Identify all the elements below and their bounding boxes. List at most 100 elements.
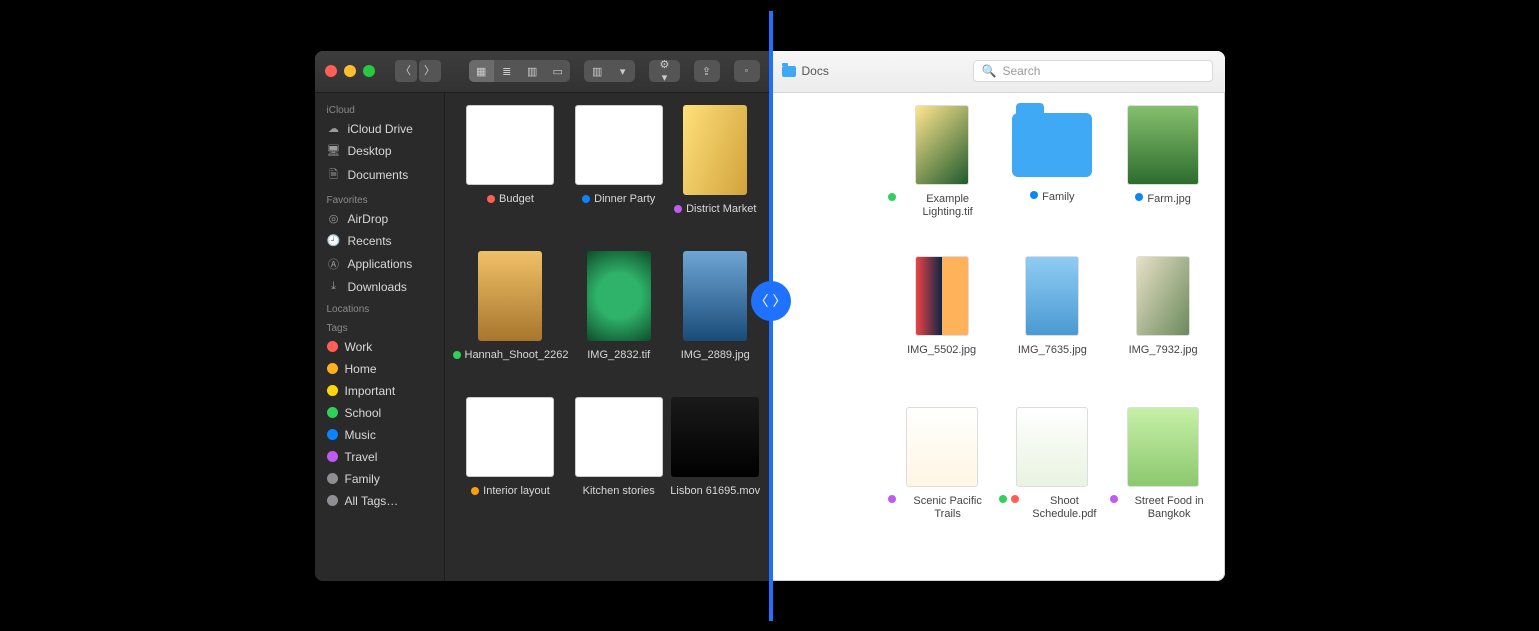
view-gallery-icon[interactable]: ▭ bbox=[545, 60, 570, 82]
file-item[interactable]: Lisbon 61695.mov bbox=[669, 397, 762, 537]
sidebar-tag-all[interactable]: All Tags… bbox=[315, 490, 444, 512]
search-icon: 🔍 bbox=[982, 64, 997, 78]
finder-window-dark: 〈 〉 ▦ ≣ ▥ ▭ ▥ ▾ ⚙︎ ▾ ⇪ ◦ iCloud ☁︎iCloud… bbox=[315, 51, 770, 581]
folder-thumbnail bbox=[1012, 113, 1092, 177]
search-input[interactable] bbox=[1002, 64, 1203, 78]
file-item[interactable]: IMG_7932.jpg bbox=[1110, 256, 1217, 401]
file-item[interactable]: District Market bbox=[669, 105, 762, 245]
view-mode-segment[interactable]: ▦ ≣ ▥ ▭ bbox=[469, 60, 571, 82]
cloud-icon: ☁︎ bbox=[327, 122, 341, 135]
file-label: IMG_5502.jpg bbox=[907, 344, 976, 358]
file-label: Dinner Party bbox=[594, 193, 655, 207]
applications-icon: Ⓐ bbox=[327, 256, 341, 272]
file-thumbnail bbox=[671, 397, 759, 477]
file-thumbnail bbox=[1025, 256, 1079, 336]
file-thumbnail bbox=[683, 251, 747, 341]
window-controls bbox=[325, 65, 375, 77]
file-item[interactable]: Hannah_Shoot_2262 bbox=[453, 251, 569, 391]
file-label: IMG_2832.tif bbox=[587, 349, 650, 363]
tag-dot-icon bbox=[471, 487, 479, 495]
file-item[interactable]: Family bbox=[999, 105, 1106, 250]
sidebar-item-airdrop[interactable]: ◎AirDrop bbox=[315, 208, 444, 230]
file-item[interactable]: Farm.jpg bbox=[1110, 105, 1217, 250]
file-item[interactable]: IMG_2889.jpg bbox=[669, 251, 762, 391]
file-item[interactable]: Shoot Schedule.pdf bbox=[999, 407, 1106, 552]
sidebar-item-documents[interactable]: 🗎Documents bbox=[315, 162, 444, 189]
titlebar-dark: 〈 〉 ▦ ≣ ▥ ▭ ▥ ▾ ⚙︎ ▾ ⇪ ◦ bbox=[315, 51, 770, 93]
share-button[interactable]: ⇪ bbox=[694, 60, 720, 82]
tag-dot-icon bbox=[453, 351, 461, 359]
file-item[interactable]: Interior layout bbox=[453, 397, 569, 537]
file-grid-dark: Budget Dinner Party District Market Hann… bbox=[445, 93, 770, 581]
tags-button[interactable]: ◦ bbox=[734, 60, 760, 82]
file-item[interactable]: Example Lighting.tif bbox=[888, 105, 995, 250]
group-icon[interactable]: ▥ bbox=[584, 60, 609, 82]
file-thumbnail bbox=[466, 105, 554, 185]
window-title: Docs bbox=[782, 64, 829, 78]
file-item[interactable]: Budget bbox=[453, 105, 569, 245]
sidebar-tag-travel[interactable]: Travel bbox=[315, 446, 444, 468]
forward-button[interactable]: 〉 bbox=[419, 60, 441, 82]
sidebar-tag-work[interactable]: Work bbox=[315, 336, 444, 358]
tag-dot-icon bbox=[1110, 495, 1118, 503]
file-item[interactable]: IMG_5502.jpg bbox=[888, 256, 995, 401]
sidebar-tag-home[interactable]: Home bbox=[315, 358, 444, 380]
airdrop-icon: ◎ bbox=[327, 212, 341, 225]
sidebar-section-favorites: Favorites bbox=[315, 189, 444, 208]
file-item[interactable]: Kitchen stories bbox=[572, 397, 665, 537]
tag-dot-icon bbox=[582, 195, 590, 203]
file-thumbnail bbox=[466, 397, 554, 477]
file-item[interactable]: Scenic Pacific Trails bbox=[888, 407, 995, 552]
folder-icon bbox=[782, 66, 796, 77]
file-thumbnail bbox=[587, 251, 651, 341]
sidebar-section-icloud: iCloud bbox=[315, 99, 444, 118]
view-list-icon[interactable]: ≣ bbox=[494, 60, 519, 82]
close-icon[interactable] bbox=[325, 65, 337, 77]
documents-icon: 🗎 bbox=[327, 166, 341, 185]
file-thumbnail bbox=[915, 105, 969, 185]
file-label: Kitchen stories bbox=[583, 485, 655, 499]
group-segment[interactable]: ▥ ▾ bbox=[584, 60, 635, 82]
recents-icon: 🕘 bbox=[327, 234, 341, 247]
file-thumbnail bbox=[906, 407, 978, 487]
sidebar-item-recents[interactable]: 🕘Recents bbox=[315, 230, 444, 252]
sidebar-tag-family[interactable]: Family bbox=[315, 468, 444, 490]
file-item[interactable]: Dinner Party bbox=[572, 105, 665, 245]
file-label: Example Lighting.tif bbox=[900, 193, 995, 221]
action-gear-button[interactable]: ⚙︎ ▾ bbox=[649, 60, 679, 82]
file-item[interactable]: IMG_7635.jpg bbox=[999, 256, 1106, 401]
sidebar-tag-important[interactable]: Important bbox=[315, 380, 444, 402]
back-button[interactable]: 〈 bbox=[395, 60, 417, 82]
file-label: Scenic Pacific Trails bbox=[900, 495, 995, 523]
view-columns-icon[interactable]: ▥ bbox=[519, 60, 544, 82]
file-label: Budget bbox=[499, 193, 534, 207]
title-text: Docs bbox=[802, 64, 829, 78]
tag-dot-icon bbox=[487, 195, 495, 203]
sidebar-item-desktop[interactable]: 🖥Desktop bbox=[315, 140, 444, 162]
file-label: Street Food in Bangkok bbox=[1122, 495, 1217, 523]
minimize-icon[interactable] bbox=[344, 65, 356, 77]
file-label: Lisbon 61695.mov bbox=[670, 485, 760, 499]
sidebar-section-locations: Locations bbox=[315, 298, 444, 317]
sidebar-item-icloud-drive[interactable]: ☁︎iCloud Drive bbox=[315, 118, 444, 140]
file-label: Shoot Schedule.pdf bbox=[1023, 495, 1106, 523]
file-thumbnail bbox=[915, 256, 969, 336]
tag-dot-icon bbox=[888, 193, 896, 201]
downloads-icon: ⤓ bbox=[327, 280, 341, 293]
zoom-icon[interactable] bbox=[363, 65, 375, 77]
file-item[interactable]: Street Food in Bangkok bbox=[1110, 407, 1217, 552]
tag-dot-icon bbox=[327, 363, 338, 374]
sidebar-tag-music[interactable]: Music bbox=[315, 424, 444, 446]
sidebar-item-downloads[interactable]: ⤓Downloads bbox=[315, 276, 444, 298]
file-item[interactable]: IMG_2832.tif bbox=[572, 251, 665, 391]
search-field[interactable]: 🔍 bbox=[973, 60, 1213, 82]
split-handle[interactable]: 〈 〉 bbox=[751, 281, 791, 321]
tag-dot-icon bbox=[327, 473, 338, 484]
group-chevron-down-icon[interactable]: ▾ bbox=[610, 60, 635, 82]
tag-dot-icon bbox=[327, 407, 338, 418]
tag-dot-icon bbox=[1030, 191, 1038, 199]
view-icon-grid-icon[interactable]: ▦ bbox=[469, 60, 494, 82]
sidebar-item-applications[interactable]: ⒶApplications bbox=[315, 252, 444, 276]
tag-dot-icon bbox=[327, 495, 338, 506]
sidebar-tag-school[interactable]: School bbox=[315, 402, 444, 424]
